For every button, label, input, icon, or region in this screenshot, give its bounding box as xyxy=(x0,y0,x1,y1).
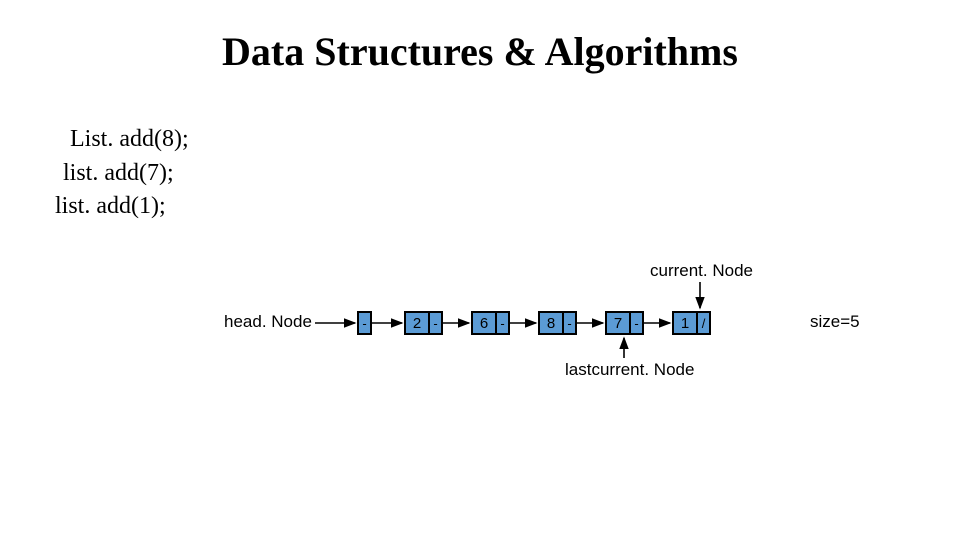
list-node-3-value: 8 xyxy=(540,313,562,333)
list-node-1: 2 - xyxy=(404,311,443,335)
list-node-4-ptr: - xyxy=(629,313,642,333)
page-title: Data Structures & Algorithms xyxy=(0,28,960,75)
head-sentinel-ptr: - xyxy=(359,313,370,333)
list-node-4: 7 - xyxy=(605,311,644,335)
list-node-1-value: 2 xyxy=(406,313,428,333)
list-node-3: 8 - xyxy=(538,311,577,335)
last-current-node-label: lastcurrent. Node xyxy=(565,360,694,380)
list-node-2-ptr: - xyxy=(495,313,508,333)
current-node-label: current. Node xyxy=(650,261,753,281)
list-node-4-value: 7 xyxy=(607,313,629,333)
list-node-5: 1 / xyxy=(672,311,711,335)
list-node-5-nil: / xyxy=(696,313,709,333)
code-line-2: list. add(7); xyxy=(63,157,189,191)
list-node-2-value: 6 xyxy=(473,313,495,333)
code-line-3: list. add(1); xyxy=(55,190,189,224)
list-node-1-ptr: - xyxy=(428,313,441,333)
head-sentinel-node: - xyxy=(357,311,372,335)
list-node-3-ptr: - xyxy=(562,313,575,333)
list-node-5-value: 1 xyxy=(674,313,696,333)
size-label: size=5 xyxy=(810,312,860,332)
arrows-overlay xyxy=(0,0,960,540)
head-node-label: head. Node xyxy=(224,312,312,332)
list-node-2: 6 - xyxy=(471,311,510,335)
code-block: List. add(8); list. add(7); list. add(1)… xyxy=(0,123,189,224)
code-line-1: List. add(8); xyxy=(70,123,189,157)
